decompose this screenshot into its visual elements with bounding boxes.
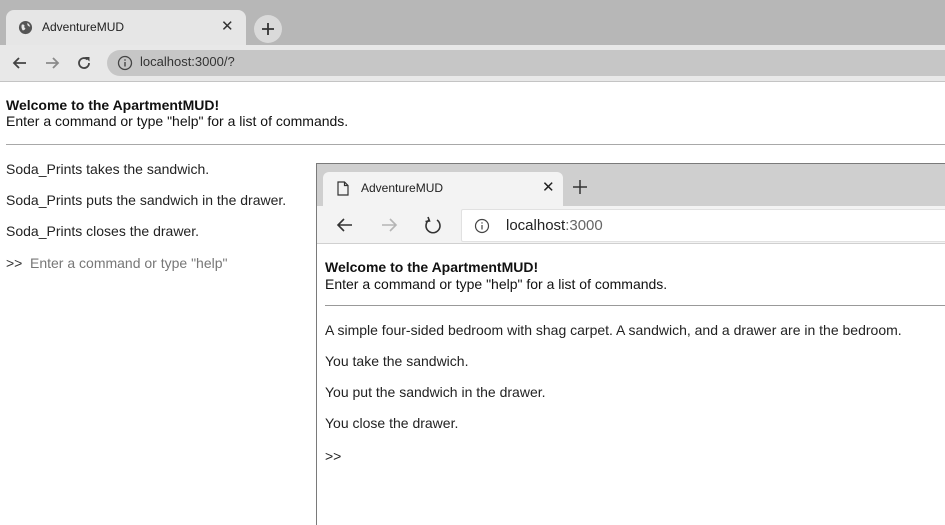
front-welcome-heading: Welcome to the ApartmentMUD! [325, 259, 539, 275]
page-icon [337, 181, 349, 196]
plus-icon[interactable] [571, 178, 589, 196]
back-tab-strip: AdventureMUD ✕ [0, 0, 945, 45]
back-log-line: Soda_Prints puts the sandwich in the dra… [6, 192, 287, 208]
front-url-port: :3000 [565, 217, 603, 234]
back-command-input[interactable] [30, 252, 310, 274]
front-log-line: You take the sandwich. [325, 353, 469, 369]
front-toolbar: localhost:3000 [317, 206, 945, 244]
globe-icon [18, 20, 33, 35]
front-prompt: >> [325, 448, 342, 464]
front-divider [325, 305, 945, 306]
back-instructions: Enter a command or type "help" for a lis… [6, 113, 349, 129]
close-icon[interactable]: ✕ [221, 19, 234, 35]
back-log-line: Soda_Prints takes the sandwich. [6, 161, 210, 177]
front-tab-adventuremud[interactable]: AdventureMUD ✕ [323, 172, 563, 206]
back-welcome-heading: Welcome to the ApartmentMUD! [6, 97, 220, 113]
reload-icon[interactable] [74, 53, 94, 73]
front-log-line: You put the sandwich in the drawer. [325, 384, 546, 400]
front-browser-window: AdventureMUD ✕ localhost:3000 Welcome to… [316, 163, 945, 525]
front-url-text: localhost:3000 [506, 217, 603, 234]
front-log-line: A simple four-sided bedroom with shag ca… [325, 322, 902, 338]
info-icon[interactable] [474, 218, 490, 234]
front-log-line: You close the drawer. [325, 415, 459, 431]
back-arrow-icon[interactable] [10, 53, 30, 73]
back-page-header: Welcome to the ApartmentMUD! Enter a com… [6, 97, 348, 129]
back-tab-adventuremud[interactable]: AdventureMUD ✕ [6, 10, 246, 45]
front-instructions: Enter a command or type "help" for a lis… [325, 276, 668, 292]
back-prompt: >> [6, 255, 23, 271]
front-command-input[interactable] [347, 445, 847, 467]
front-tab-title: AdventureMUD [361, 181, 444, 195]
reload-icon[interactable] [423, 215, 443, 235]
front-tab-strip: AdventureMUD ✕ [317, 164, 945, 206]
back-new-tab-button[interactable] [254, 15, 282, 43]
info-icon[interactable] [117, 55, 133, 71]
plus-icon [262, 23, 274, 35]
back-toolbar: localhost:3000/? [0, 45, 945, 82]
back-url-text: localhost:3000/? [140, 54, 235, 69]
back-address-bar[interactable]: localhost:3000/? [107, 50, 945, 76]
back-arrow-icon[interactable] [335, 215, 355, 235]
forward-arrow-icon[interactable] [42, 53, 62, 73]
back-log-line: Soda_Prints closes the drawer. [6, 223, 199, 239]
front-address-bar[interactable]: localhost:3000 [461, 209, 945, 242]
back-divider [6, 144, 945, 145]
back-tab-title: AdventureMUD [42, 20, 125, 34]
forward-arrow-icon[interactable] [379, 215, 399, 235]
front-url-host: localhost [506, 217, 566, 234]
close-icon[interactable]: ✕ [542, 180, 555, 196]
